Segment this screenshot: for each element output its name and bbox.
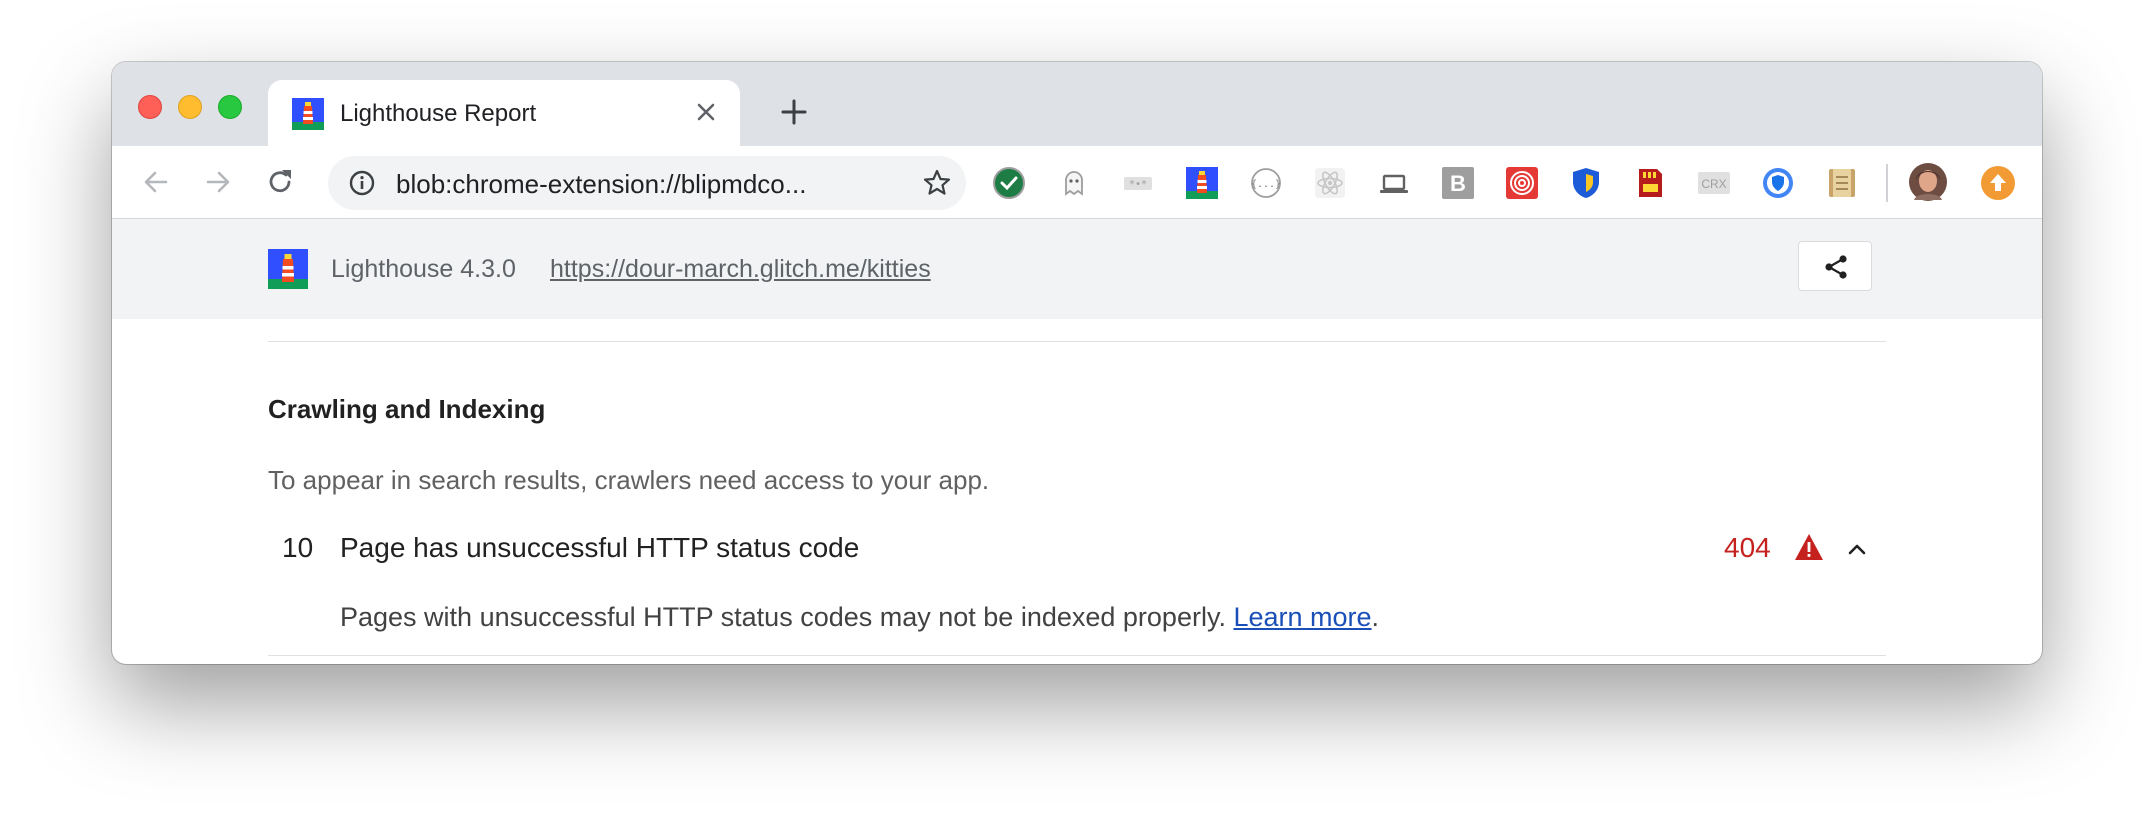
audit-display-value: 404 <box>1724 532 1771 563</box>
tested-url-link[interactable]: https://dour-march.glitch.me/kitties <box>550 255 931 284</box>
green-check-extension-icon[interactable] <box>992 166 1026 200</box>
svg-text:*•*: *•* <box>1129 179 1147 190</box>
crx-extension-icon[interactable]: CRX <box>1697 166 1731 200</box>
close-tab-icon[interactable] <box>688 94 724 130</box>
learn-more-link[interactable]: Learn more <box>1233 602 1371 632</box>
audit-title: Page has unsuccessful HTTP status code <box>340 532 860 563</box>
blue-shield-extension-icon[interactable] <box>1569 166 1603 200</box>
reload-icon[interactable] <box>262 164 298 200</box>
profile-avatar[interactable] <box>1908 162 1948 202</box>
lighthouse-logo-icon <box>268 249 308 289</box>
lighthouse-favicon-icon <box>292 98 324 130</box>
tab-lighthouse-report[interactable]: Lighthouse Report <box>268 80 740 146</box>
notebook-extension-icon[interactable] <box>1825 166 1859 200</box>
back-arrow-icon[interactable] <box>138 164 174 200</box>
close-window-button[interactable] <box>138 95 162 119</box>
red-spiral-extension-icon[interactable] <box>1505 166 1539 200</box>
password-dots-extension-icon[interactable]: *•* <box>1121 166 1155 200</box>
section-description: To appear in search results, crawlers ne… <box>268 465 990 495</box>
new-tab-icon[interactable] <box>776 94 812 130</box>
minimize-window-button[interactable] <box>178 95 202 119</box>
lighthouse-version: Lighthouse 4.3.0 <box>331 255 516 283</box>
address-bar-url: blob:chrome-extension://blipmdco... <box>396 169 807 199</box>
site-info-icon[interactable] <box>348 169 376 197</box>
audit-description: Pages with unsuccessful HTTP status code… <box>340 602 1379 633</box>
section-divider <box>268 341 1886 342</box>
browser-window: Lighthouse Report blob:chrome-extension:… <box>112 62 2042 664</box>
address-bar[interactable]: blob:chrome-extension://blipmdco... <box>328 156 966 210</box>
sd-card-extension-icon[interactable] <box>1633 166 1667 200</box>
chevron-up-icon[interactable] <box>1844 536 1870 562</box>
warning-triangle-icon <box>1795 534 1823 560</box>
browser-toolbar: blob:chrome-extension://blipmdco... *•* <box>112 146 2042 219</box>
audit-divider <box>268 655 1886 656</box>
ghost-extension-icon[interactable] <box>1057 166 1091 200</box>
bookmark-star-icon[interactable] <box>922 168 952 198</box>
toolbar-separator <box>1886 164 1888 202</box>
json-braces-extension-icon[interactable]: {...} <box>1249 166 1283 200</box>
svg-text:CRX: CRX <box>1701 177 1726 191</box>
audit-description-period: . <box>1371 602 1380 632</box>
audit-description-text: Pages with unsuccessful HTTP status code… <box>340 602 1226 632</box>
lighthouse-extension-icon[interactable] <box>1185 166 1219 200</box>
zoom-window-button[interactable] <box>218 95 242 119</box>
section-title: Crawling and Indexing <box>268 394 546 424</box>
laptop-extension-icon[interactable] <box>1377 166 1411 200</box>
audit-index: 10 <box>282 532 314 563</box>
tab-strip: Lighthouse Report <box>112 62 2042 146</box>
svg-text:B: B <box>1450 171 1466 196</box>
tab-title: Lighthouse Report <box>340 100 537 127</box>
b-letter-extension-icon[interactable]: B <box>1441 166 1475 200</box>
forward-arrow-icon[interactable] <box>200 164 236 200</box>
lighthouse-topbar: Lighthouse 4.3.0 https://dour-march.glit… <box>112 219 2042 319</box>
blue-shield-circle-extension-icon[interactable] <box>1761 166 1795 200</box>
update-arrow-icon[interactable] <box>1979 164 2017 202</box>
react-extension-icon[interactable] <box>1313 166 1347 200</box>
svg-text:{...}: {...} <box>1251 179 1281 190</box>
share-button[interactable] <box>1798 241 1872 291</box>
share-icon <box>1825 255 1847 279</box>
